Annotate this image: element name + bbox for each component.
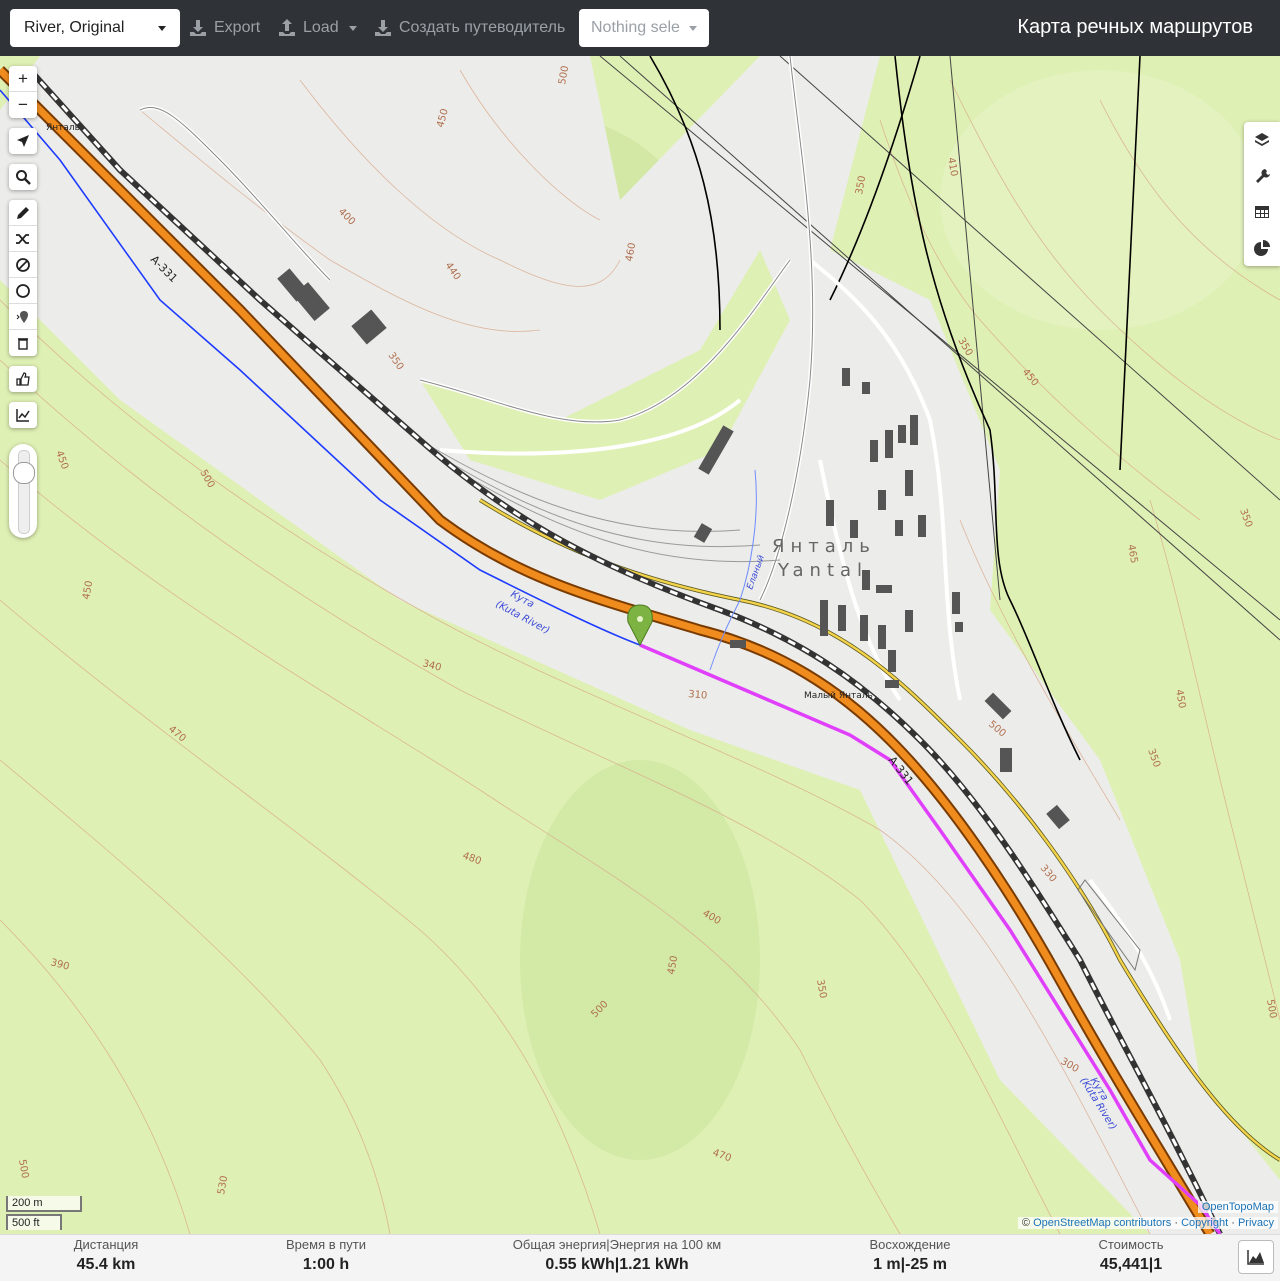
download-icon — [190, 20, 206, 36]
stat-label: Время в пути — [286, 1237, 366, 1252]
hill-shade — [520, 760, 760, 1160]
chevron-down-icon — [348, 25, 357, 31]
circle-icon — [16, 283, 30, 298]
elevation-chart-button[interactable] — [9, 402, 37, 428]
search-icon — [16, 170, 31, 185]
stat-energy: Общая энергия|Энергия на 100 км 0.55 kWh… — [497, 1237, 737, 1274]
map-view[interactable]: Янталь Yantal Янталь Малый Янталь Кута (… — [0, 56, 1280, 1234]
selection-label: Nothing sele — [591, 19, 680, 36]
search-control — [9, 164, 37, 190]
chevron-down-icon — [689, 25, 697, 31]
chevron-down-icon — [158, 25, 166, 31]
load-button[interactable]: Load — [277, 9, 357, 47]
layers-icon — [1255, 133, 1269, 146]
copyright-symbol: © — [1021, 1217, 1031, 1229]
layers-button[interactable] — [1244, 122, 1280, 158]
profile-select-label: River, Original — [24, 19, 125, 36]
slider-handle[interactable] — [13, 462, 35, 484]
map-attribution: © OpenStreetMap contributors · Copyright… — [1017, 1217, 1278, 1229]
chart-control — [9, 402, 37, 428]
stat-value: 45.4 km — [76, 1256, 136, 1273]
station-label: Янталь — [46, 123, 80, 133]
export-button[interactable]: Export — [188, 9, 260, 47]
locate-icon — [17, 135, 29, 147]
stat-value: 1:00 h — [302, 1256, 350, 1273]
circle-button[interactable] — [9, 278, 37, 304]
draw-route-button[interactable] — [9, 200, 37, 226]
stat-label: Общая энергия|Энергия на 100 км — [512, 1237, 722, 1252]
copyright-link[interactable]: Copyright — [1181, 1217, 1228, 1229]
load-label: Load — [303, 19, 339, 36]
poi-icon — [16, 310, 28, 323]
stat-label: Дистанция — [73, 1237, 139, 1252]
zoom-out-icon: − — [18, 95, 28, 114]
create-guide-label: Создать путеводитель — [399, 19, 566, 36]
shuffle-button[interactable] — [9, 226, 37, 252]
create-guide-button[interactable]: Создать путеводитель — [373, 9, 565, 47]
profile-select[interactable]: River, Original — [10, 9, 180, 47]
contour-label: 310 — [688, 689, 708, 702]
wrench-icon — [1256, 169, 1270, 183]
stat-value: 45,441|1 — [1099, 1256, 1163, 1273]
table-button[interactable] — [1244, 194, 1280, 230]
stat-time: Время в пути 1:00 h — [266, 1237, 386, 1274]
stat-value: 0.55 kWh|1.21 kWh — [545, 1256, 689, 1273]
route-stats-bar: Дистанция 45.4 km Время в пути 1:00 h Об… — [0, 1234, 1280, 1281]
export-label: Export — [214, 19, 261, 36]
top-navbar: River, Original Export Load Создать путе… — [0, 0, 1280, 56]
town-label-en: Yantal — [777, 560, 868, 581]
thumb-icon — [16, 372, 30, 386]
selection-dropdown[interactable]: Nothing sele — [579, 9, 709, 47]
search-button[interactable] — [9, 164, 37, 190]
opentopomap-link[interactable]: OpenTopoMap — [1202, 1201, 1274, 1213]
delete-button[interactable] — [9, 330, 37, 356]
scale-metric: 200 m — [6, 1196, 82, 1212]
draw-icon — [17, 206, 29, 219]
zoom-control: + − — [9, 66, 37, 118]
locate-control — [9, 128, 37, 154]
village-label: Малый Янталь — [804, 691, 873, 701]
pie-icon — [1254, 240, 1270, 256]
chart-icon — [16, 409, 30, 422]
marker-dot — [637, 616, 643, 622]
locate-button[interactable] — [9, 128, 37, 154]
map-tools-control — [1244, 122, 1280, 266]
opacity-slider[interactable] — [9, 444, 37, 538]
no-go-area-button[interactable] — [9, 252, 37, 278]
hill-shade — [940, 70, 1260, 330]
elevation-icon — [1247, 1250, 1264, 1265]
no-go-icon — [16, 257, 30, 272]
town-label-ru: Янталь — [772, 536, 876, 557]
scale-imperial: 500 ft — [6, 1214, 62, 1230]
zoom-in-button[interactable]: + — [9, 66, 37, 92]
table-icon — [1255, 206, 1269, 218]
privacy-link[interactable]: Privacy — [1238, 1217, 1274, 1229]
zoom-out-button[interactable]: − — [9, 92, 37, 118]
upload-icon — [279, 19, 295, 36]
stat-value: 1 m|-25 m — [873, 1256, 947, 1273]
poi-button[interactable] — [9, 304, 37, 330]
stat-cost: Стоимость 45,441|1 — [1081, 1237, 1181, 1274]
settings-button[interactable] — [1244, 158, 1280, 194]
prefs-control — [9, 366, 37, 392]
separator: · — [1174, 1217, 1178, 1229]
delete-icon — [18, 338, 28, 350]
stat-label: Восхождение — [869, 1237, 951, 1252]
download-icon — [375, 20, 391, 36]
stat-ascent: Восхождение 1 m|-25 m — [850, 1237, 970, 1274]
map-canvas: Янталь Yantal Янталь Малый Янталь Кута (… — [0, 56, 1280, 1234]
zoom-in-icon: + — [18, 68, 28, 88]
stat-label: Стоимость — [1098, 1237, 1164, 1252]
thumb-button[interactable] — [9, 366, 37, 392]
osm-link[interactable]: OpenStreetMap contributors — [1033, 1217, 1171, 1229]
elevation-profile-button[interactable] — [1238, 1240, 1274, 1274]
tile-attribution: OpenTopoMap — [1197, 1201, 1278, 1213]
draw-toolbar — [9, 200, 37, 356]
app-title: Карта речных маршрутов — [1017, 16, 1253, 38]
stat-distance: Дистанция 45.4 km — [56, 1237, 156, 1274]
shuffle-icon — [16, 233, 29, 244]
statistics-button[interactable] — [1244, 230, 1280, 266]
separator: · — [1231, 1217, 1235, 1229]
